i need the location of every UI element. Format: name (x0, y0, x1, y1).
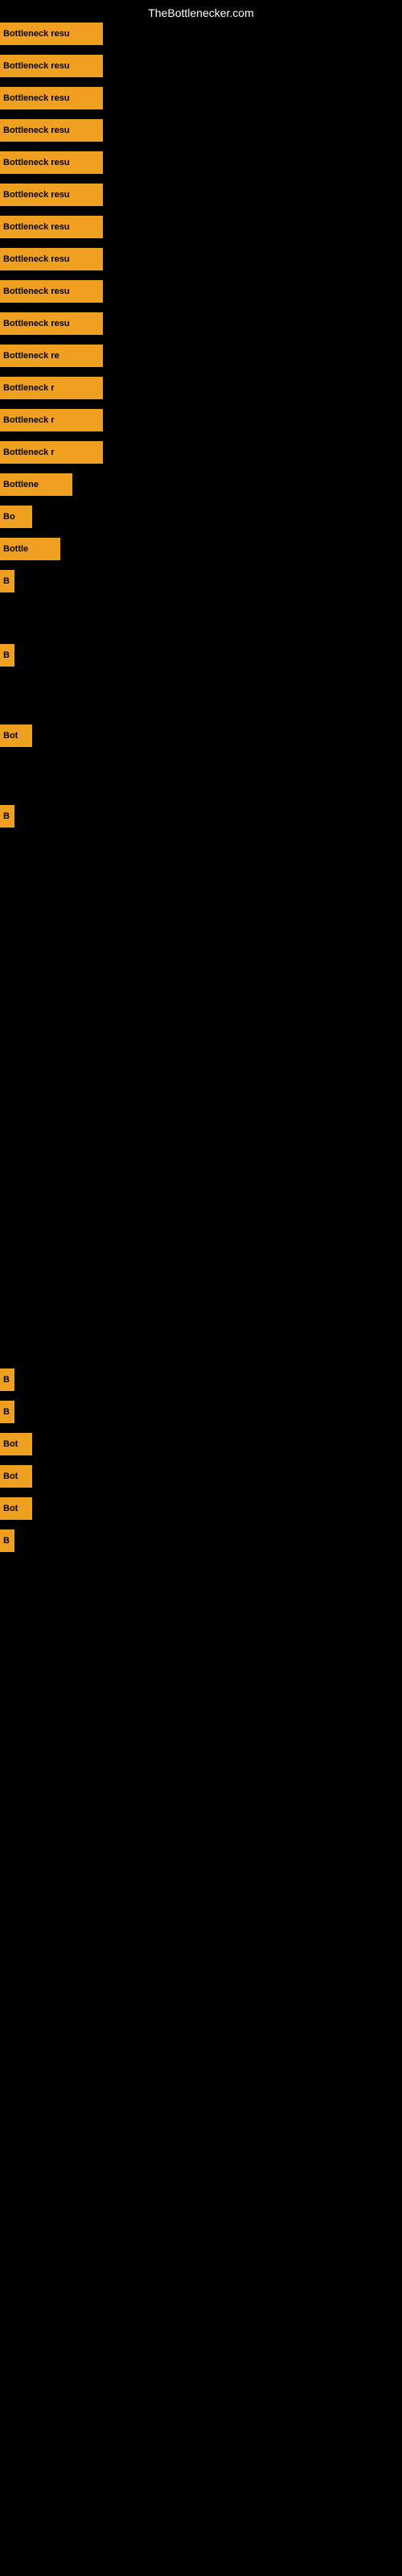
bar-label-24: Bot (0, 1465, 32, 1488)
bar-item-17: B (0, 570, 14, 592)
bar-label-19: Bot (0, 724, 32, 747)
bar-label-26: B (0, 1530, 14, 1552)
bar-label-15: Bo (0, 506, 32, 528)
bar-item-4: Bottleneck resu (0, 151, 103, 174)
bar-label-12: Bottleneck r (0, 409, 103, 431)
bar-item-22: B (0, 1401, 14, 1423)
bar-label-10: Bottleneck re (0, 345, 103, 367)
bar-item-19: Bot (0, 724, 32, 747)
bar-label-22: B (0, 1401, 14, 1423)
bar-item-7: Bottleneck resu (0, 248, 103, 270)
bar-item-0: Bottleneck resu (0, 23, 103, 45)
bar-label-14: Bottlene (0, 473, 72, 496)
bar-item-25: Bot (0, 1497, 32, 1520)
bar-item-15: Bo (0, 506, 32, 528)
bar-label-6: Bottleneck resu (0, 216, 103, 238)
bar-label-16: Bottle (0, 538, 60, 560)
bar-label-25: Bot (0, 1497, 32, 1520)
bar-label-3: Bottleneck resu (0, 119, 103, 142)
bar-label-0: Bottleneck resu (0, 23, 103, 45)
bar-label-20: B (0, 805, 14, 828)
bar-label-21: B (0, 1368, 14, 1391)
bar-item-1: Bottleneck resu (0, 55, 103, 77)
bar-label-11: Bottleneck r (0, 377, 103, 399)
bar-item-9: Bottleneck resu (0, 312, 103, 335)
bar-item-21: B (0, 1368, 14, 1391)
bar-label-8: Bottleneck resu (0, 280, 103, 303)
bar-item-23: Bot (0, 1433, 32, 1455)
bar-item-6: Bottleneck resu (0, 216, 103, 238)
bar-item-12: Bottleneck r (0, 409, 103, 431)
bar-item-18: B (0, 644, 14, 667)
bar-label-23: Bot (0, 1433, 32, 1455)
bar-label-18: B (0, 644, 14, 667)
bar-label-4: Bottleneck resu (0, 151, 103, 174)
bar-item-24: Bot (0, 1465, 32, 1488)
bar-label-17: B (0, 570, 14, 592)
bar-item-2: Bottleneck resu (0, 87, 103, 109)
bar-item-26: B (0, 1530, 14, 1552)
bar-item-5: Bottleneck resu (0, 184, 103, 206)
bar-item-14: Bottlene (0, 473, 72, 496)
bar-item-8: Bottleneck resu (0, 280, 103, 303)
bar-label-1: Bottleneck resu (0, 55, 103, 77)
bar-label-13: Bottleneck r (0, 441, 103, 464)
site-title-text: TheBottlenecker.com (148, 6, 254, 19)
bar-item-20: B (0, 805, 14, 828)
bar-label-7: Bottleneck resu (0, 248, 103, 270)
bar-label-2: Bottleneck resu (0, 87, 103, 109)
bar-item-3: Bottleneck resu (0, 119, 103, 142)
bar-item-13: Bottleneck r (0, 441, 103, 464)
bar-item-11: Bottleneck r (0, 377, 103, 399)
bar-label-9: Bottleneck resu (0, 312, 103, 335)
bar-item-10: Bottleneck re (0, 345, 103, 367)
bar-item-16: Bottle (0, 538, 60, 560)
bar-label-5: Bottleneck resu (0, 184, 103, 206)
